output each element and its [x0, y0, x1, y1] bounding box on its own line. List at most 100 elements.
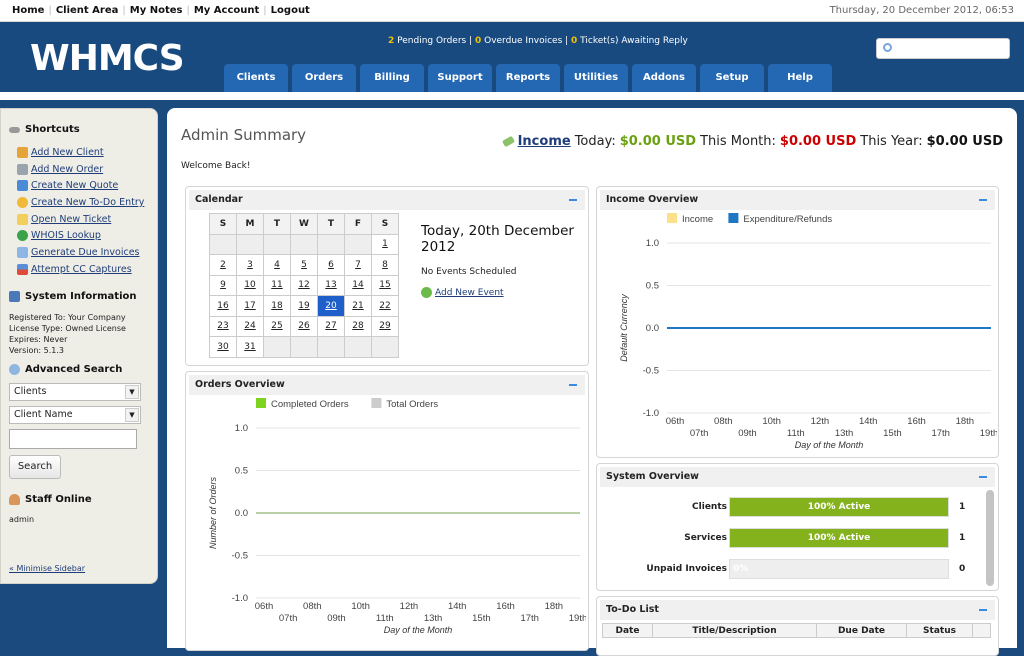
income-link[interactable]: Income	[518, 134, 571, 149]
shortcut-create-todo[interactable]: Create New To-Do Entry	[17, 194, 144, 211]
tab-help[interactable]: Help	[768, 64, 832, 92]
calendar-day-link[interactable]: 28	[352, 321, 363, 331]
calendar-day[interactable]: 13	[317, 274, 345, 296]
calendar-day[interactable]: 31	[236, 336, 264, 358]
calendar-day[interactable]: 7	[344, 254, 372, 276]
calendar-day[interactable]: 5	[290, 254, 318, 276]
search-value-input[interactable]	[9, 429, 137, 449]
minimize-icon[interactable]	[979, 609, 987, 611]
calendar-day-link[interactable]: 10	[244, 280, 255, 290]
calendar-day-link[interactable]: 4	[274, 260, 280, 270]
calendar-day-link[interactable]: 27	[325, 321, 336, 331]
calendar-day[interactable]: 2	[209, 254, 237, 276]
calendar-day-link[interactable]: 19	[298, 301, 309, 311]
calendar-day-link[interactable]: 21	[352, 301, 363, 311]
calendar-day[interactable]: 17	[236, 295, 264, 317]
shortcut-cc-captures[interactable]: Attempt CC Captures	[17, 261, 144, 278]
shortcut-add-client[interactable]: Add New Client	[17, 144, 144, 161]
tab-billing[interactable]: Billing	[360, 64, 424, 92]
calendar-day-link[interactable]: 13	[325, 280, 336, 290]
calendar-day[interactable]: 15	[371, 274, 399, 296]
calendar-day[interactable]: 26	[290, 315, 318, 337]
my-account-link[interactable]: My Account	[194, 5, 259, 16]
shortcut-create-quote[interactable]: Create New Quote	[17, 177, 144, 194]
calendar-day-link[interactable]: 2	[220, 260, 226, 270]
minimize-icon[interactable]	[569, 384, 577, 386]
calendar-day-link[interactable]: 23	[217, 321, 228, 331]
calendar-day[interactable]: 9	[209, 274, 237, 296]
calendar-day-link[interactable]: 6	[328, 260, 334, 270]
col-title[interactable]: Title/Description	[652, 623, 817, 638]
shortcut-open-ticket[interactable]: Open New Ticket	[17, 211, 144, 228]
shortcut-generate-invoices[interactable]: Generate Due Invoices	[17, 244, 144, 261]
home-link[interactable]: Home	[12, 5, 44, 16]
system-overview-scrollbar[interactable]	[986, 490, 994, 586]
calendar-day-link[interactable]: 14	[352, 280, 363, 290]
client-area-link[interactable]: Client Area	[56, 5, 119, 16]
calendar-day[interactable]: 8	[371, 254, 399, 276]
calendar-day-link[interactable]: 15	[379, 280, 390, 290]
logout-link[interactable]: Logout	[271, 5, 310, 16]
calendar-day[interactable]: 16	[209, 295, 237, 317]
tab-utilities[interactable]: Utilities	[564, 64, 628, 92]
calendar-day-link[interactable]: 30	[217, 342, 228, 352]
global-search-input[interactable]	[897, 41, 1005, 56]
col-status[interactable]: Status	[906, 623, 973, 638]
col-due-date[interactable]: Due Date	[816, 623, 907, 638]
calendar-day-link[interactable]: 24	[244, 321, 255, 331]
add-event[interactable]: Add New Event	[421, 287, 504, 298]
tab-addons[interactable]: Addons	[632, 64, 696, 92]
calendar-day-link[interactable]: 7	[355, 260, 361, 270]
my-notes-link[interactable]: My Notes	[130, 5, 183, 16]
tab-orders[interactable]: Orders	[292, 64, 356, 92]
calendar-day-link[interactable]: 22	[379, 301, 390, 311]
tab-support[interactable]: Support	[428, 64, 492, 92]
tab-clients[interactable]: Clients	[224, 64, 288, 92]
calendar-day-link[interactable]: 18	[271, 301, 282, 311]
calendar-day-link[interactable]: 25	[271, 321, 282, 331]
minimize-icon[interactable]	[979, 199, 987, 201]
whmcs-logo[interactable]: WHMCS	[30, 36, 185, 80]
calendar-day[interactable]: 19	[290, 295, 318, 317]
calendar-day[interactable]: 29	[371, 315, 399, 337]
calendar-day-link[interactable]: 17	[244, 301, 255, 311]
calendar-day-link[interactable]: 1	[382, 239, 388, 249]
calendar-day-link[interactable]: 20	[325, 301, 336, 311]
calendar-day-link[interactable]: 9	[220, 280, 226, 290]
tab-reports[interactable]: Reports	[496, 64, 560, 92]
calendar-day[interactable]: 10	[236, 274, 264, 296]
calendar-day-link[interactable]: 12	[298, 280, 309, 290]
calendar-day[interactable]: 24	[236, 315, 264, 337]
calendar-day-link[interactable]: 8	[382, 260, 388, 270]
calendar-day-link[interactable]: 5	[301, 260, 307, 270]
col-date[interactable]: Date	[602, 623, 653, 638]
calendar-day-link[interactable]: 31	[244, 342, 255, 352]
calendar-day-link[interactable]: 26	[298, 321, 309, 331]
calendar-day[interactable]: 28	[344, 315, 372, 337]
calendar-day[interactable]: 22	[371, 295, 399, 317]
calendar-day[interactable]: 21	[344, 295, 372, 317]
add-event-link[interactable]: Add New Event	[435, 288, 504, 298]
calendar-day-today[interactable]: 20	[317, 295, 345, 317]
calendar-day[interactable]: 3	[236, 254, 264, 276]
calendar-day[interactable]: 18	[263, 295, 291, 317]
shortcut-whois[interactable]: WHOIS Lookup	[17, 227, 144, 244]
search-type-select[interactable]: Clients ▼	[9, 383, 141, 401]
calendar-day[interactable]: 6	[317, 254, 345, 276]
tab-setup[interactable]: Setup	[700, 64, 764, 92]
calendar-day[interactable]: 27	[317, 315, 345, 337]
search-button[interactable]: Search	[9, 455, 61, 479]
calendar-day-link[interactable]: 11	[271, 280, 282, 290]
calendar-day[interactable]: 11	[263, 274, 291, 296]
calendar-day[interactable]: 25	[263, 315, 291, 337]
calendar-day-link[interactable]: 29	[379, 321, 390, 331]
calendar-day[interactable]: 1	[371, 233, 399, 255]
shortcut-add-order[interactable]: Add New Order	[17, 161, 144, 178]
search-field-select[interactable]: Client Name ▼	[9, 406, 141, 424]
calendar-day[interactable]: 30	[209, 336, 237, 358]
minimize-icon[interactable]	[569, 199, 577, 201]
minimize-icon[interactable]	[979, 476, 987, 478]
calendar-day-link[interactable]: 16	[217, 301, 228, 311]
calendar-day[interactable]: 4	[263, 254, 291, 276]
calendar-day-link[interactable]: 3	[247, 260, 253, 270]
